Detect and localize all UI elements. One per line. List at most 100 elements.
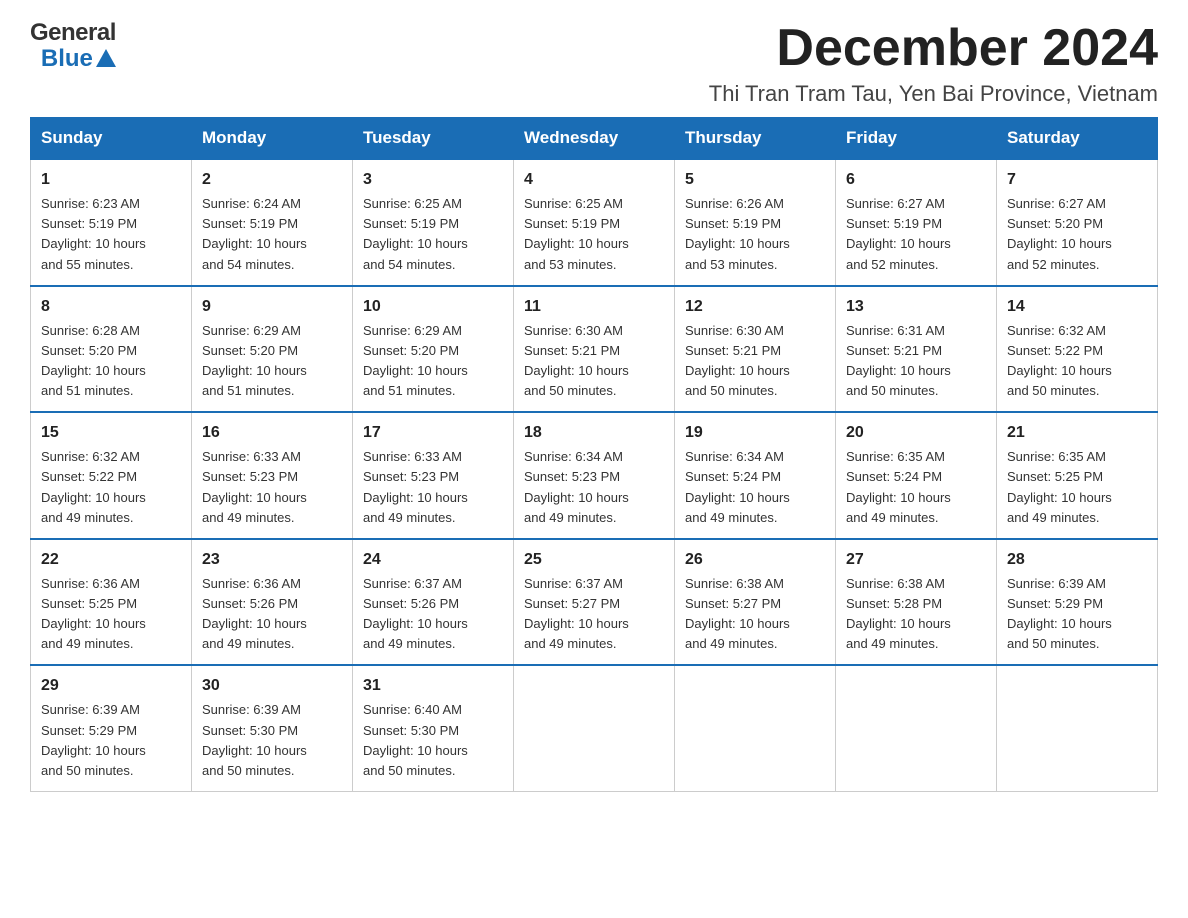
calendar-cell: 6Sunrise: 6:27 AMSunset: 5:19 PMDaylight… <box>836 159 997 286</box>
day-info: Sunrise: 6:30 AMSunset: 5:21 PMDaylight:… <box>685 321 825 402</box>
calendar-cell <box>836 665 997 791</box>
day-info: Sunrise: 6:35 AMSunset: 5:24 PMDaylight:… <box>846 447 986 528</box>
day-info: Sunrise: 6:33 AMSunset: 5:23 PMDaylight:… <box>202 447 342 528</box>
month-title: December 2024 <box>709 20 1158 77</box>
day-number: 18 <box>524 421 664 445</box>
col-friday: Friday <box>836 118 997 160</box>
calendar-cell: 14Sunrise: 6:32 AMSunset: 5:22 PMDayligh… <box>997 286 1158 413</box>
day-number: 16 <box>202 421 342 445</box>
col-tuesday: Tuesday <box>353 118 514 160</box>
logo-triangle-icon <box>96 49 116 67</box>
day-info: Sunrise: 6:35 AMSunset: 5:25 PMDaylight:… <box>1007 447 1147 528</box>
calendar-cell: 21Sunrise: 6:35 AMSunset: 5:25 PMDayligh… <box>997 412 1158 539</box>
calendar-cell <box>675 665 836 791</box>
calendar-cell: 30Sunrise: 6:39 AMSunset: 5:30 PMDayligh… <box>192 665 353 791</box>
day-info: Sunrise: 6:36 AMSunset: 5:26 PMDaylight:… <box>202 574 342 655</box>
day-info: Sunrise: 6:39 AMSunset: 5:30 PMDaylight:… <box>202 700 342 781</box>
calendar-week-2: 8Sunrise: 6:28 AMSunset: 5:20 PMDaylight… <box>31 286 1158 413</box>
logo-general: General <box>30 20 116 46</box>
day-number: 15 <box>41 421 181 445</box>
col-wednesday: Wednesday <box>514 118 675 160</box>
day-number: 25 <box>524 548 664 572</box>
calendar-table: Sunday Monday Tuesday Wednesday Thursday… <box>30 117 1158 792</box>
day-info: Sunrise: 6:38 AMSunset: 5:27 PMDaylight:… <box>685 574 825 655</box>
calendar-cell: 22Sunrise: 6:36 AMSunset: 5:25 PMDayligh… <box>31 539 192 666</box>
calendar-cell: 24Sunrise: 6:37 AMSunset: 5:26 PMDayligh… <box>353 539 514 666</box>
day-number: 2 <box>202 168 342 192</box>
day-number: 20 <box>846 421 986 445</box>
calendar-cell: 29Sunrise: 6:39 AMSunset: 5:29 PMDayligh… <box>31 665 192 791</box>
calendar-cell: 20Sunrise: 6:35 AMSunset: 5:24 PMDayligh… <box>836 412 997 539</box>
logo-blue: Blue <box>41 46 93 72</box>
day-info: Sunrise: 6:31 AMSunset: 5:21 PMDaylight:… <box>846 321 986 402</box>
day-info: Sunrise: 6:29 AMSunset: 5:20 PMDaylight:… <box>363 321 503 402</box>
day-info: Sunrise: 6:27 AMSunset: 5:20 PMDaylight:… <box>1007 194 1147 275</box>
day-info: Sunrise: 6:39 AMSunset: 5:29 PMDaylight:… <box>41 700 181 781</box>
day-number: 29 <box>41 674 181 698</box>
calendar-week-1: 1Sunrise: 6:23 AMSunset: 5:19 PMDaylight… <box>31 159 1158 286</box>
day-info: Sunrise: 6:29 AMSunset: 5:20 PMDaylight:… <box>202 321 342 402</box>
day-number: 24 <box>363 548 503 572</box>
col-monday: Monday <box>192 118 353 160</box>
day-info: Sunrise: 6:33 AMSunset: 5:23 PMDaylight:… <box>363 447 503 528</box>
day-number: 3 <box>363 168 503 192</box>
calendar-cell: 8Sunrise: 6:28 AMSunset: 5:20 PMDaylight… <box>31 286 192 413</box>
calendar-week-5: 29Sunrise: 6:39 AMSunset: 5:29 PMDayligh… <box>31 665 1158 791</box>
col-sunday: Sunday <box>31 118 192 160</box>
calendar-cell: 2Sunrise: 6:24 AMSunset: 5:19 PMDaylight… <box>192 159 353 286</box>
calendar-cell: 17Sunrise: 6:33 AMSunset: 5:23 PMDayligh… <box>353 412 514 539</box>
calendar-cell: 1Sunrise: 6:23 AMSunset: 5:19 PMDaylight… <box>31 159 192 286</box>
day-number: 7 <box>1007 168 1147 192</box>
day-number: 5 <box>685 168 825 192</box>
calendar-cell: 3Sunrise: 6:25 AMSunset: 5:19 PMDaylight… <box>353 159 514 286</box>
location-subtitle: Thi Tran Tram Tau, Yen Bai Province, Vie… <box>709 81 1158 107</box>
day-info: Sunrise: 6:30 AMSunset: 5:21 PMDaylight:… <box>524 321 664 402</box>
calendar-week-4: 22Sunrise: 6:36 AMSunset: 5:25 PMDayligh… <box>31 539 1158 666</box>
day-info: Sunrise: 6:32 AMSunset: 5:22 PMDaylight:… <box>41 447 181 528</box>
title-area: December 2024 Thi Tran Tram Tau, Yen Bai… <box>709 20 1158 107</box>
day-number: 6 <box>846 168 986 192</box>
day-info: Sunrise: 6:23 AMSunset: 5:19 PMDaylight:… <box>41 194 181 275</box>
calendar-header-row: Sunday Monday Tuesday Wednesday Thursday… <box>31 118 1158 160</box>
calendar-cell <box>514 665 675 791</box>
day-info: Sunrise: 6:28 AMSunset: 5:20 PMDaylight:… <box>41 321 181 402</box>
calendar-cell <box>997 665 1158 791</box>
day-number: 26 <box>685 548 825 572</box>
calendar-cell: 12Sunrise: 6:30 AMSunset: 5:21 PMDayligh… <box>675 286 836 413</box>
day-number: 11 <box>524 295 664 319</box>
day-number: 30 <box>202 674 342 698</box>
day-number: 19 <box>685 421 825 445</box>
calendar-cell: 5Sunrise: 6:26 AMSunset: 5:19 PMDaylight… <box>675 159 836 286</box>
day-number: 10 <box>363 295 503 319</box>
calendar-week-3: 15Sunrise: 6:32 AMSunset: 5:22 PMDayligh… <box>31 412 1158 539</box>
col-saturday: Saturday <box>997 118 1158 160</box>
day-number: 13 <box>846 295 986 319</box>
day-number: 12 <box>685 295 825 319</box>
logo: General Blue <box>30 20 116 73</box>
day-number: 27 <box>846 548 986 572</box>
calendar-cell: 26Sunrise: 6:38 AMSunset: 5:27 PMDayligh… <box>675 539 836 666</box>
day-info: Sunrise: 6:37 AMSunset: 5:27 PMDaylight:… <box>524 574 664 655</box>
day-number: 28 <box>1007 548 1147 572</box>
calendar-cell: 28Sunrise: 6:39 AMSunset: 5:29 PMDayligh… <box>997 539 1158 666</box>
calendar-cell: 10Sunrise: 6:29 AMSunset: 5:20 PMDayligh… <box>353 286 514 413</box>
calendar-cell: 23Sunrise: 6:36 AMSunset: 5:26 PMDayligh… <box>192 539 353 666</box>
day-info: Sunrise: 6:24 AMSunset: 5:19 PMDaylight:… <box>202 194 342 275</box>
calendar-cell: 15Sunrise: 6:32 AMSunset: 5:22 PMDayligh… <box>31 412 192 539</box>
calendar-cell: 13Sunrise: 6:31 AMSunset: 5:21 PMDayligh… <box>836 286 997 413</box>
day-info: Sunrise: 6:37 AMSunset: 5:26 PMDaylight:… <box>363 574 503 655</box>
day-info: Sunrise: 6:27 AMSunset: 5:19 PMDaylight:… <box>846 194 986 275</box>
day-number: 1 <box>41 168 181 192</box>
day-number: 9 <box>202 295 342 319</box>
day-number: 14 <box>1007 295 1147 319</box>
day-info: Sunrise: 6:34 AMSunset: 5:24 PMDaylight:… <box>685 447 825 528</box>
day-info: Sunrise: 6:39 AMSunset: 5:29 PMDaylight:… <box>1007 574 1147 655</box>
day-number: 23 <box>202 548 342 572</box>
day-info: Sunrise: 6:38 AMSunset: 5:28 PMDaylight:… <box>846 574 986 655</box>
calendar-cell: 4Sunrise: 6:25 AMSunset: 5:19 PMDaylight… <box>514 159 675 286</box>
header: General Blue December 2024 Thi Tran Tram… <box>30 20 1158 107</box>
calendar-cell: 11Sunrise: 6:30 AMSunset: 5:21 PMDayligh… <box>514 286 675 413</box>
day-info: Sunrise: 6:25 AMSunset: 5:19 PMDaylight:… <box>363 194 503 275</box>
calendar-cell: 9Sunrise: 6:29 AMSunset: 5:20 PMDaylight… <box>192 286 353 413</box>
day-number: 17 <box>363 421 503 445</box>
